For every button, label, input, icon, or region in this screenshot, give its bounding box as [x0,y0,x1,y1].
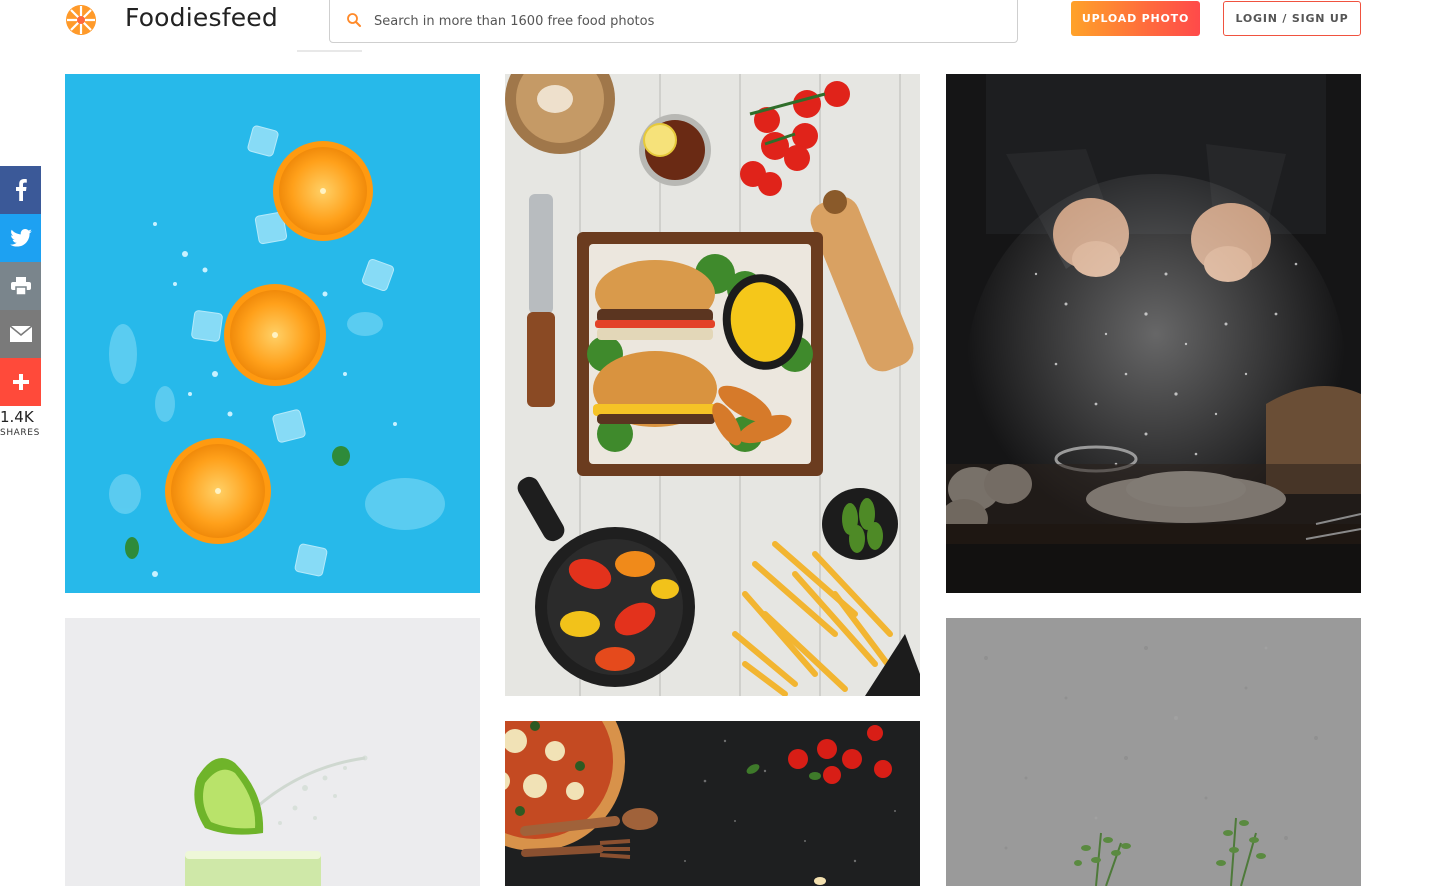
share-label: SHARES [0,428,40,438]
share-print-button[interactable] [0,262,41,310]
burger-platter-photo [505,74,920,696]
lime-drink-photo [65,618,480,886]
twitter-icon [9,229,32,247]
search-icon [347,13,361,27]
orange-slices-photo [65,74,480,593]
page: Foodiesfeed UPLOAD PHOTO LOGIN / SIGN UP [0,0,1433,886]
search-divider [297,50,362,52]
photo-tile-oranges[interactable] [65,74,480,593]
plus-icon [12,374,29,390]
photo-tile-herbs[interactable] [946,618,1361,886]
logo-icon[interactable] [65,4,97,36]
search-input[interactable] [374,10,994,32]
login-signup-button[interactable]: LOGIN / SIGN UP [1223,1,1361,36]
photo-tile-burger-platter[interactable] [505,74,920,696]
print-icon [10,277,31,295]
share-sidebar [0,166,41,406]
share-email-button[interactable] [0,310,41,358]
photo-tile-pizza[interactable] [505,721,920,886]
share-twitter-button[interactable] [0,214,41,262]
facebook-icon [15,179,27,201]
share-count: 1.4K [0,408,34,426]
herbs-photo [946,618,1361,886]
photo-tile-flour-hands[interactable] [946,74,1361,593]
search-box[interactable] [329,0,1018,43]
email-icon [9,326,32,342]
pizza-photo [505,721,920,886]
brand-name[interactable]: Foodiesfeed [125,3,278,32]
share-facebook-button[interactable] [0,166,41,214]
share-more-button[interactable] [0,358,41,406]
photo-tile-lime-drink[interactable] [65,618,480,886]
upload-photo-button[interactable]: UPLOAD PHOTO [1071,1,1200,36]
flour-hands-photo [946,74,1361,593]
